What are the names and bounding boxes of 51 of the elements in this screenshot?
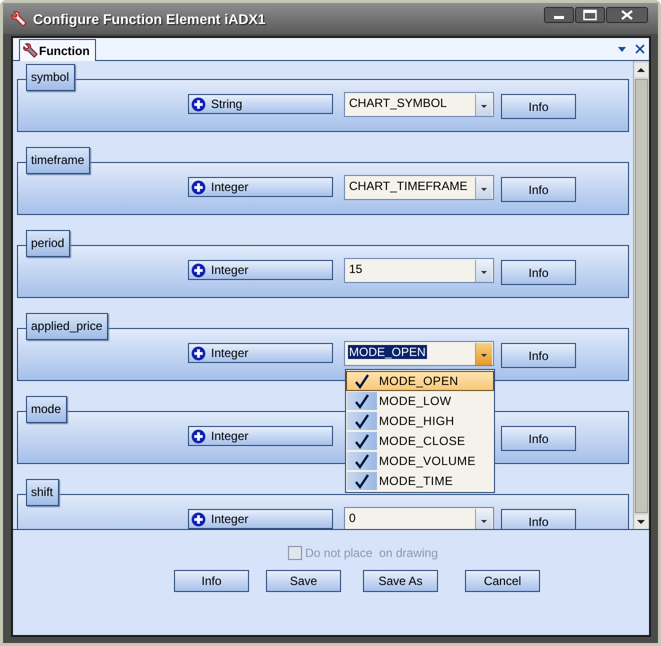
maximize-icon[interactable] <box>575 7 605 23</box>
dialog-button[interactable]: Cancel <box>465 570 540 592</box>
plus-icon <box>191 262 206 278</box>
plus-icon <box>191 346 206 360</box>
type-button[interactable]: Integer <box>188 343 333 363</box>
value-combo-box[interactable]: CHART_SYMBOL <box>344 92 494 117</box>
function-tab[interactable]: Function <box>19 39 96 61</box>
scroll-thumb[interactable] <box>635 79 648 513</box>
plus-icon <box>191 96 206 112</box>
plus-icon <box>191 180 206 194</box>
scrollbar[interactable] <box>633 61 649 529</box>
dropdown-option[interactable]: MODE_TIME <box>346 471 494 491</box>
type-button[interactable]: Integer <box>188 260 333 280</box>
parameter-label: shift <box>26 479 60 506</box>
info-button[interactable]: Info <box>501 94 576 119</box>
dialog-button[interactable]: Save <box>266 570 341 592</box>
type-button[interactable]: Integer <box>188 177 333 197</box>
minimize-icon[interactable] <box>544 7 574 23</box>
type-button[interactable]: String <box>188 94 333 114</box>
dropdown-option[interactable]: MODE_LOW <box>346 391 494 411</box>
parameter-label: applied_price <box>26 313 108 340</box>
scroll-up-icon[interactable] <box>634 63 648 77</box>
dropdown-option[interactable]: MODE_CLOSE <box>346 431 494 451</box>
parameter-label: period <box>26 230 70 257</box>
window-title: Configure Function Element iADX1 <box>33 10 267 26</box>
info-button[interactable]: Info <box>501 343 576 368</box>
info-button[interactable]: Info <box>501 426 576 451</box>
info-button[interactable]: Info <box>501 177 576 202</box>
value-combo-box[interactable]: 15 <box>344 258 494 283</box>
plus-icon <box>191 428 206 444</box>
plus-icon <box>191 512 206 526</box>
parameter-label: symbol <box>26 64 76 91</box>
parameter-label: timeframe <box>26 147 90 174</box>
close-icon[interactable] <box>606 7 648 23</box>
wrench-icon <box>11 10 27 26</box>
dropdown-arrow-icon[interactable] <box>617 44 627 54</box>
info-button[interactable]: Info <box>501 509 576 529</box>
parameter-label: mode <box>26 396 68 423</box>
type-button[interactable]: Integer <box>188 509 333 529</box>
type-button[interactable]: Integer <box>188 426 333 446</box>
wrench-icon <box>23 43 38 58</box>
info-button[interactable]: Info <box>501 260 576 285</box>
dropdown-option[interactable]: MODE_VOLUME <box>346 451 494 471</box>
dropdown-option[interactable]: MODE_OPEN <box>346 371 494 391</box>
value-combo-box[interactable]: 0 <box>344 507 494 529</box>
dialog-button[interactable]: Info <box>174 570 249 592</box>
dropdown-option[interactable]: MODE_HIGH <box>346 411 494 431</box>
dialog-button[interactable]: Save As <box>363 570 438 592</box>
value-combo-box[interactable]: CHART_TIMEFRAME <box>344 175 494 200</box>
scroll-down-icon[interactable] <box>634 515 648 529</box>
close-icon[interactable] <box>635 44 645 54</box>
